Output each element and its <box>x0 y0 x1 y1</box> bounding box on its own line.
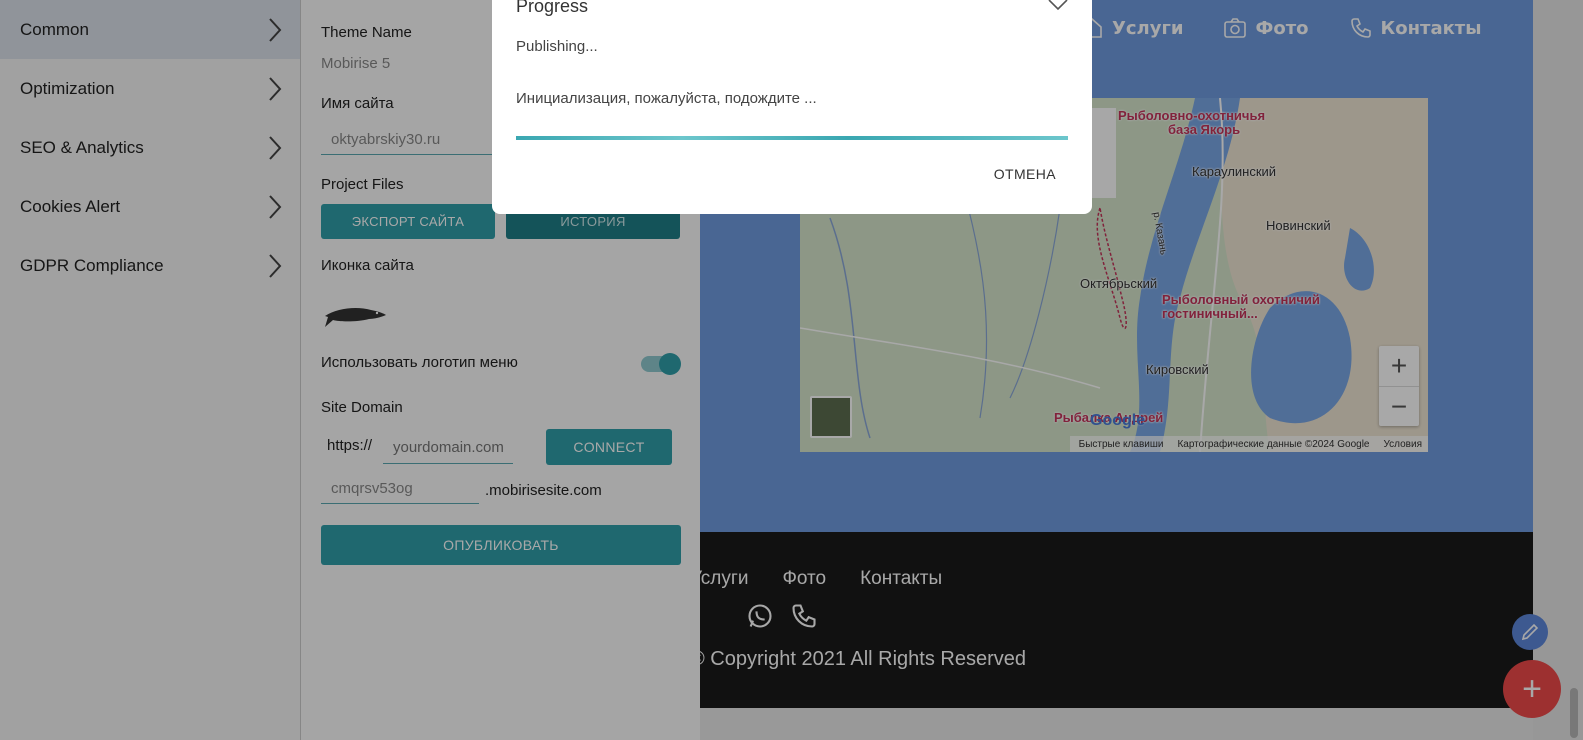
dialog-title: Progress <box>516 0 589 16</box>
close-button[interactable] <box>1046 0 1070 18</box>
cancel-button[interactable]: ОТМЕНА <box>994 166 1056 182</box>
progress-dialog: Progress Publishing... Инициализация, по… <box>492 0 1092 214</box>
progress-bar <box>516 136 1068 140</box>
close-icon <box>1048 0 1068 11</box>
publish-status: Publishing... <box>516 38 598 55</box>
progress-message: Инициализация, пожалуйста, подождите ... <box>516 90 817 107</box>
progress-bar-fill <box>516 136 1068 140</box>
